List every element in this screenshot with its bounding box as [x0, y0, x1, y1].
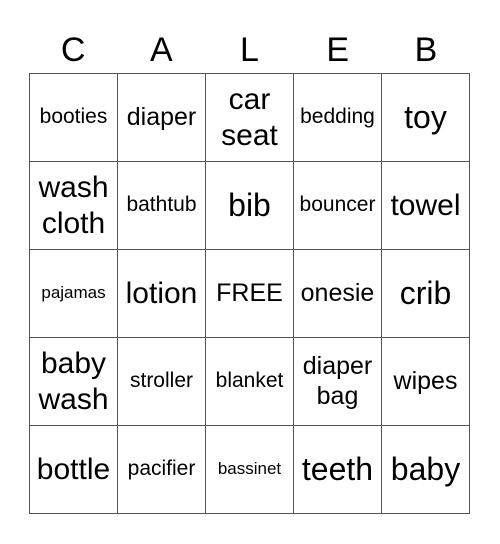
bingo-cell[interactable]: lotion: [117, 249, 206, 338]
bingo-cell[interactable]: booties: [29, 73, 118, 162]
bingo-cell[interactable]: bedding: [293, 73, 382, 162]
grid-row: pajamas lotion FREE onesie crib: [29, 249, 470, 338]
bingo-header: C A L E B: [29, 26, 470, 74]
bingo-cell[interactable]: teeth: [293, 425, 382, 514]
bingo-cell[interactable]: toy: [381, 73, 470, 162]
bingo-cell[interactable]: diaper: [117, 73, 206, 162]
header-letter: B: [414, 31, 438, 69]
bingo-cell[interactable]: onesie: [293, 249, 382, 338]
bingo-grid: booties diaper car seat bedding toy wash…: [29, 73, 470, 514]
grid-row: baby wash stroller blanket diaper bag wi…: [29, 337, 470, 426]
bingo-cell[interactable]: blanket: [205, 337, 294, 426]
grid-row: bottle pacifier bassinet teeth baby: [29, 425, 470, 514]
header-letter: C: [60, 31, 86, 69]
bingo-cell[interactable]: baby wash: [29, 337, 118, 426]
bingo-cell[interactable]: towel: [381, 161, 470, 250]
bingo-cell[interactable]: bottle: [29, 425, 118, 514]
free-cell[interactable]: FREE: [205, 249, 294, 338]
bingo-cell[interactable]: bouncer: [293, 161, 382, 250]
bingo-cell[interactable]: baby: [381, 425, 470, 514]
bingo-cell[interactable]: bib: [205, 161, 294, 250]
header-letter: A: [149, 31, 173, 69]
bingo-cell[interactable]: pacifier: [117, 425, 206, 514]
bingo-cell[interactable]: bathtub: [117, 161, 206, 250]
bingo-cell[interactable]: car seat: [205, 73, 294, 162]
bingo-cell[interactable]: crib: [381, 249, 470, 338]
header-letter: E: [326, 31, 350, 69]
bingo-cell[interactable]: wipes: [381, 337, 470, 426]
header-letter: L: [240, 31, 259, 69]
bingo-cell[interactable]: bassinet: [205, 425, 294, 514]
bingo-cell[interactable]: diaper bag: [293, 337, 382, 426]
grid-row: booties diaper car seat bedding toy: [29, 73, 470, 162]
bingo-cell[interactable]: wash cloth: [29, 161, 118, 250]
grid-row: wash cloth bathtub bib bouncer towel: [29, 161, 470, 250]
bingo-cell[interactable]: pajamas: [29, 249, 118, 338]
bingo-cell[interactable]: stroller: [117, 337, 206, 426]
